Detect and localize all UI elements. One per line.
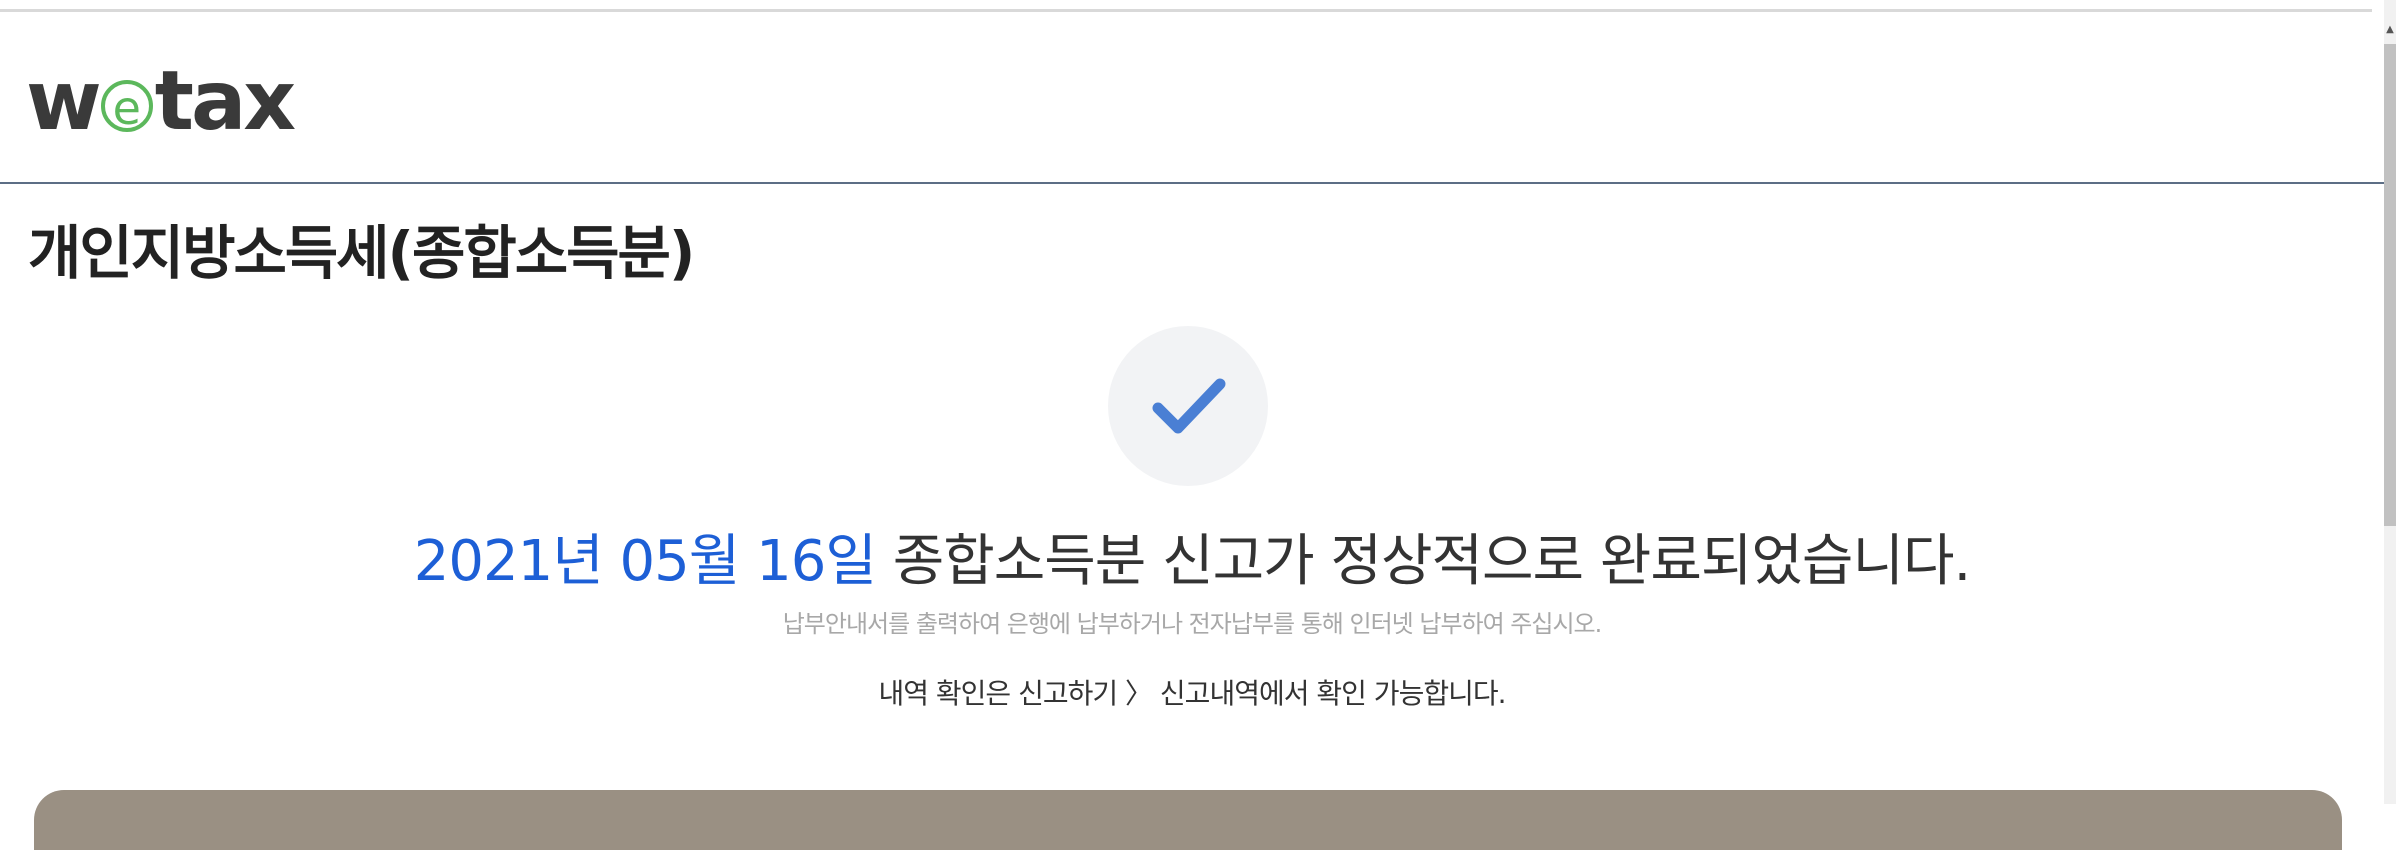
scroll-thumb[interactable] <box>2384 44 2396 526</box>
history-info-text: 내역 확인은 신고하기 〉 신고내역에서 확인 가능합니다. <box>878 677 1506 710</box>
wetax-logo[interactable]: w e tax <box>26 53 296 149</box>
payment-guide-text: 납부안내서를 출력하여 은행에 납부하거나 전자납부를 통해 인터넷 납부하여 … <box>782 610 1603 638</box>
logo-text-tax: tax <box>154 53 296 149</box>
filing-date: 2021년 05월 16일 <box>413 529 877 594</box>
site-header: w e tax <box>0 12 2384 184</box>
scroll-up-arrow-icon[interactable]: ▲ <box>2384 22 2396 38</box>
bottom-panel <box>34 790 2342 850</box>
vertical-scrollbar[interactable]: ▲ <box>2384 0 2396 804</box>
checkmark-icon <box>1152 378 1226 434</box>
success-check-badge <box>1108 326 1268 486</box>
logo-text-w: w <box>26 53 102 149</box>
completion-message: 2021년 05월 16일 종합소득분 신고가 정상적으로 완료되었습니다. <box>0 516 2384 597</box>
browser-top-border <box>0 0 2372 12</box>
page-title: 개인지방소득세(종합소득분) <box>28 219 695 287</box>
logo-e-circle-icon: e <box>100 80 153 132</box>
completion-text: 종합소득분 신고가 정상적으로 완료되었습니다. <box>875 529 1972 594</box>
